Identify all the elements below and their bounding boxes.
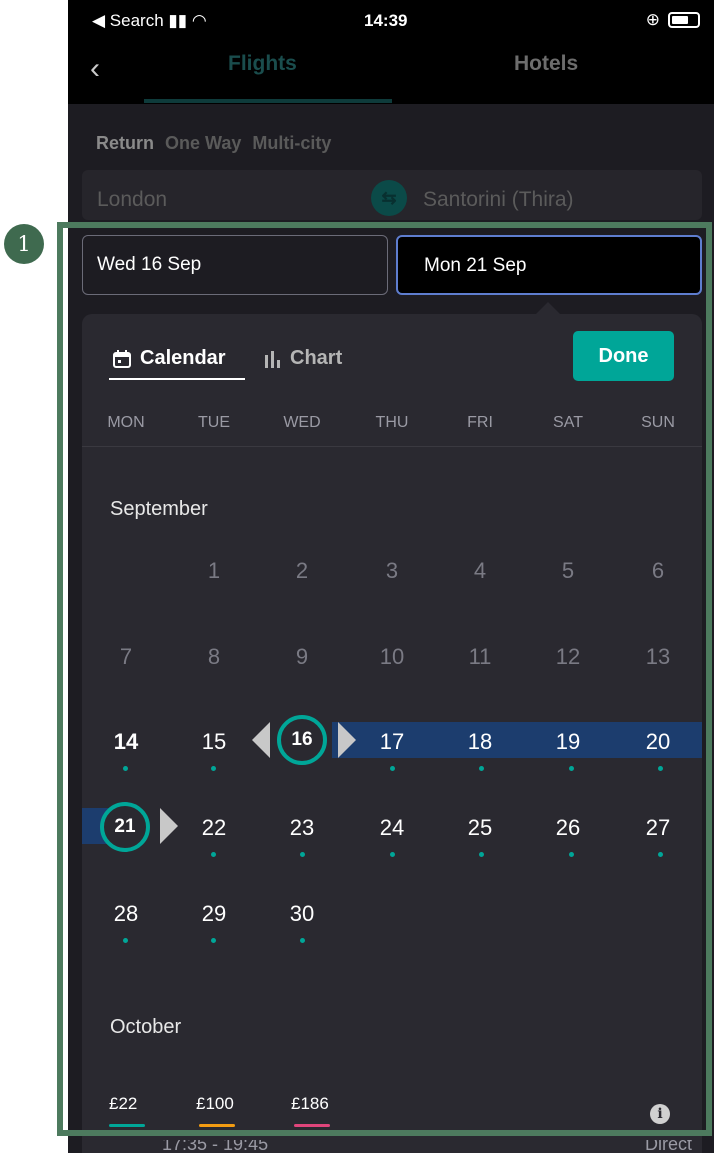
signal-icon: ▮▮ bbox=[168, 11, 188, 30]
rotation-lock-icon: ⊕ bbox=[645, 10, 660, 29]
trip-type-selector: Return One Way Multi-city bbox=[96, 133, 337, 154]
back-to-search-label: ◀ Search bbox=[92, 11, 164, 30]
trip-type-multi-city[interactable]: Multi-city bbox=[252, 133, 331, 153]
annotation-highlight-frame bbox=[57, 222, 712, 1136]
flight-times: 17:35 - 19:45 bbox=[162, 1140, 269, 1153]
trip-type-return[interactable]: Return bbox=[96, 133, 154, 153]
tab-hotels[interactable]: Hotels bbox=[514, 52, 578, 76]
battery-icon bbox=[668, 12, 700, 28]
destination-field[interactable]: Santorini (Thira) bbox=[423, 188, 574, 212]
flight-result-peek: 17:35 - 19:45 Direct bbox=[82, 1140, 702, 1153]
back-chevron-icon[interactable]: ‹ bbox=[90, 52, 100, 86]
wifi-icon: ◠ bbox=[191, 11, 207, 30]
clock: 14:39 bbox=[364, 11, 408, 30]
origin-field[interactable]: London bbox=[97, 188, 167, 212]
swap-icon[interactable]: ⇆ bbox=[371, 180, 407, 216]
back-to-search-link[interactable]: ◀ Search ▮▮ ◠ bbox=[92, 11, 207, 31]
route-row: London ⇆ Santorini (Thira) bbox=[82, 170, 702, 220]
trip-type-one-way[interactable]: One Way bbox=[165, 133, 241, 153]
annotation-marker: 1 bbox=[4, 224, 44, 264]
top-navigation: ‹ Flights Hotels bbox=[68, 44, 714, 104]
flight-stops: Direct bbox=[644, 1140, 692, 1153]
active-tab-indicator bbox=[144, 99, 392, 103]
tab-flights[interactable]: Flights bbox=[228, 52, 297, 76]
status-bar: ◀ Search ▮▮ ◠ 14:39 ⊕ bbox=[68, 0, 714, 44]
